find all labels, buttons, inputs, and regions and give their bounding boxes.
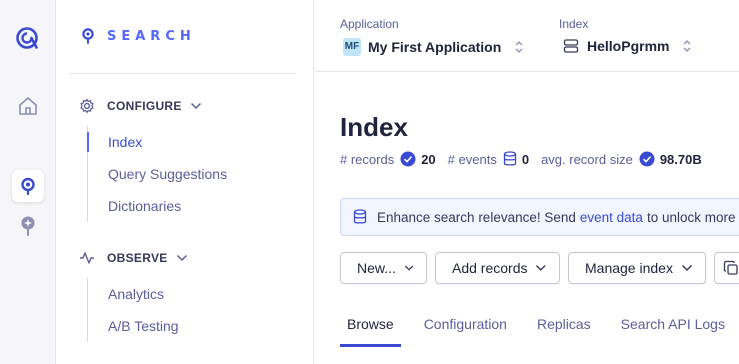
- home-icon[interactable]: [17, 95, 39, 117]
- check-circle-icon: [639, 151, 655, 167]
- main-content: Application MF My First Application Inde…: [315, 0, 739, 364]
- sidebar-divider: [69, 73, 295, 74]
- index-stats: # records 20 # events 0 avg. record size…: [340, 151, 714, 167]
- chevron-down-icon: [190, 102, 201, 110]
- sidebar-item-ab-testing[interactable]: A/B Testing: [88, 310, 179, 342]
- tab-configuration[interactable]: Configuration: [424, 306, 507, 346]
- topbar: Application MF My First Application Inde…: [315, 0, 739, 72]
- index-label: Index: [559, 17, 589, 31]
- sidebar-item-query-suggestions[interactable]: Query Suggestions: [88, 158, 227, 190]
- search-sidebar: SEARCH CONFIGURE Index Query Suggestions…: [57, 0, 314, 364]
- banner-text-tail: to unlock more: [646, 209, 736, 225]
- stat-record-size-value: 98.70B: [659, 151, 702, 167]
- gear-icon: [80, 98, 94, 114]
- index-actions: New... Add records Manage index: [340, 252, 739, 284]
- sidebar-item-dictionaries[interactable]: Dictionaries: [88, 190, 227, 222]
- database-icon: [353, 209, 367, 224]
- event-data-link[interactable]: event data: [580, 210, 643, 225]
- chevron-down-icon: [404, 265, 414, 271]
- page-title: Index: [340, 112, 408, 142]
- search-brand-label: SEARCH: [107, 28, 196, 44]
- observe-nav: Analytics A/B Testing: [87, 278, 179, 342]
- search-product-icon[interactable]: [12, 170, 44, 202]
- stat-events-label: # events: [447, 151, 497, 167]
- search-brand-icon: [82, 28, 94, 44]
- stat-events-value: 0: [521, 151, 530, 167]
- tab-search-api-logs[interactable]: Search API Logs: [621, 306, 725, 346]
- copy-button[interactable]: [714, 252, 739, 284]
- tab-replicas[interactable]: Replicas: [537, 306, 591, 346]
- application-selector[interactable]: MF My First Application: [343, 38, 523, 56]
- application-label: Application: [340, 17, 399, 31]
- stat-events: # events 0: [448, 151, 529, 167]
- banner-text: Enhance search relevance! Send: [377, 209, 576, 225]
- stat-records-label: # records: [340, 151, 395, 167]
- index-name: HelloPgrmm: [587, 38, 670, 54]
- stat-record-size: avg. record size 98.70B: [541, 151, 702, 167]
- algolia-logo-icon[interactable]: [14, 25, 42, 53]
- application-badge: MF: [343, 38, 361, 56]
- stat-records: # records 20: [340, 151, 436, 167]
- server-stack-icon: [563, 39, 579, 53]
- sidebar-item-index[interactable]: Index: [86, 126, 227, 158]
- new-button-label: New...: [357, 260, 396, 276]
- sort-arrows-icon: [684, 40, 691, 52]
- configure-section-label: CONFIGURE: [107, 99, 182, 113]
- recommend-product-icon[interactable]: [18, 215, 38, 237]
- tab-browse[interactable]: Browse: [340, 306, 401, 347]
- index-tabs: Browse Configuration Replicas Search API…: [340, 306, 739, 347]
- database-icon: [503, 151, 516, 166]
- new-button[interactable]: New...: [340, 252, 427, 284]
- configure-nav: Index Query Suggestions Dictionaries: [86, 126, 227, 222]
- manage-index-button[interactable]: Manage index: [568, 252, 706, 284]
- stat-record-size-label: avg. record size: [541, 151, 633, 167]
- manage-index-button-label: Manage index: [585, 260, 673, 276]
- search-brand: SEARCH: [81, 28, 196, 44]
- configure-section-toggle[interactable]: CONFIGURE: [79, 98, 202, 114]
- observe-section-toggle[interactable]: OBSERVE: [79, 250, 188, 266]
- copy-icon: [723, 260, 738, 275]
- application-name: My First Application: [368, 39, 502, 55]
- index-selector[interactable]: HelloPgrmm: [563, 38, 691, 54]
- chevron-down-icon: [176, 254, 187, 262]
- add-records-button-label: Add records: [452, 260, 528, 276]
- icon-rail: [0, 0, 56, 364]
- observe-section-label: OBSERVE: [107, 251, 168, 265]
- stat-records-value: 20: [421, 151, 436, 167]
- chevron-down-icon: [536, 265, 547, 271]
- add-records-button[interactable]: Add records: [435, 252, 560, 284]
- sort-arrows-icon: [515, 41, 523, 53]
- chevron-down-icon: [681, 264, 692, 272]
- pulse-icon: [80, 252, 94, 264]
- events-banner: Enhance search relevance! Send event dat…: [340, 198, 739, 236]
- sidebar-item-analytics[interactable]: Analytics: [88, 278, 179, 310]
- check-circle-icon: [400, 151, 416, 167]
